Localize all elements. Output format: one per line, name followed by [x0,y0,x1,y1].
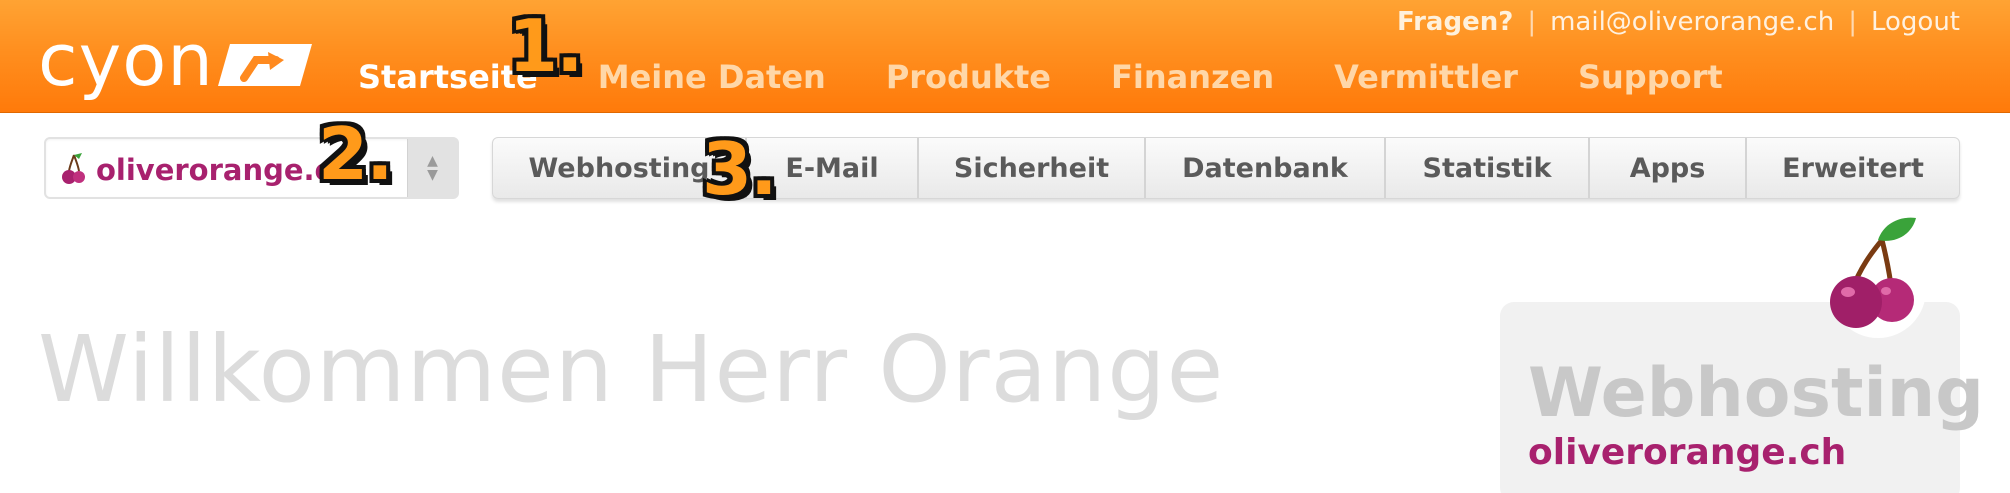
logo-flag-icon [218,44,312,86]
account-email-link[interactable]: mail@oliverorange.ch [1550,7,1834,37]
tab-erweitert[interactable]: Erweitert [1747,138,1959,198]
nav-item-produkte[interactable]: Produkte [886,58,1051,96]
step-marker-2: 2. [318,112,393,196]
nav-item-support[interactable]: Support [1578,58,1723,96]
domain-select[interactable]: oliverorange.ch ▲ ▼ [44,137,459,199]
divider: | [1848,7,1857,37]
tab-datenbank[interactable]: Datenbank [1146,138,1386,198]
tab-statistik[interactable]: Statistik [1386,138,1590,198]
product-domain: oliverorange.ch [1528,432,1847,473]
chevron-down-icon: ▼ [427,167,438,183]
step-marker-1: 1. [508,4,583,88]
questions-link[interactable]: Fragen? [1397,7,1513,37]
nav-item-vermittler[interactable]: Vermittler [1334,58,1518,96]
nav-item-finanzen[interactable]: Finanzen [1111,58,1274,96]
tab-sicherheit[interactable]: Sicherheit [919,138,1146,198]
logo-text: cyon [38,18,214,102]
cherry-icon [62,153,85,184]
product-title: Webhosting [1528,354,1984,433]
logout-link[interactable]: Logout [1871,7,1960,37]
header-bar: cyon Fragen? | mail@oliverorange.ch | Lo… [0,0,2010,113]
nav-item-meine-daten[interactable]: Meine Daten [598,58,826,96]
divider: | [1527,7,1537,37]
chevron-up-icon: ▲ [427,153,438,169]
select-arrows-icon[interactable]: ▲ ▼ [407,139,457,197]
page-title: Willkommen Herr Orange [38,316,1225,423]
step-marker-3: 3. [702,127,777,211]
cherry-icon [1830,217,1926,338]
cyon-logo[interactable]: cyon [38,24,312,96]
top-links: Fragen? | mail@oliverorange.ch | Logout [1397,6,1960,38]
selected-domain: oliverorange.ch [96,153,353,187]
tab-apps[interactable]: Apps [1590,138,1747,198]
